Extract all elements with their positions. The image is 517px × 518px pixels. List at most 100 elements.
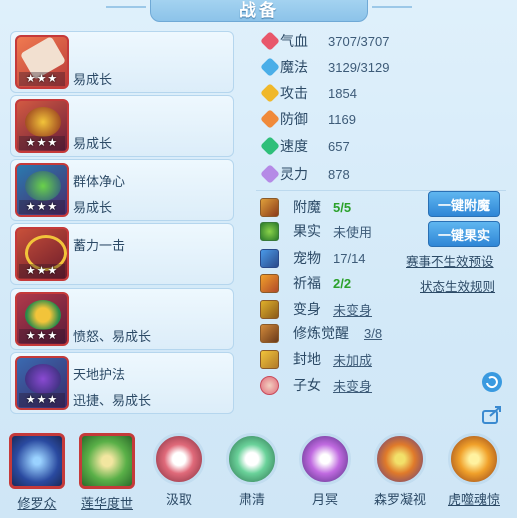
stat-label: 速度 — [280, 138, 308, 154]
one-click-enchant-button[interactable]: 一键附魔 — [428, 191, 500, 217]
feature-enchant[interactable]: 附魔 5/5 — [260, 196, 351, 218]
skill-name: 月冥 — [311, 492, 338, 507]
fruit-icon — [260, 221, 279, 241]
stat-value: 3129/3129 — [328, 59, 390, 75]
preset-link[interactable]: 赛事不生效预设 — [406, 251, 494, 270]
feature-value: 未变身 — [333, 302, 373, 318]
stat-label: 灵力 — [280, 166, 308, 182]
feature-label: 封地 — [293, 351, 321, 367]
feature-label: 宠物 — [293, 250, 321, 266]
skill-moon-icon — [299, 433, 351, 485]
cultivation-icon — [260, 323, 279, 343]
skill-tiger-icon — [448, 433, 500, 485]
equipment-trait: 愤怒、易成长 — [73, 329, 152, 344]
skill-suqing[interactable]: 肃清 — [222, 433, 282, 518]
star-rating: ★★★ — [19, 136, 65, 150]
skill-orb-icon — [9, 433, 65, 489]
enchant-icon — [260, 197, 279, 217]
refresh-icon[interactable] — [480, 370, 504, 394]
equipment-trait: 易成长 — [73, 72, 113, 87]
star-rating: ★★★ — [19, 329, 65, 343]
equipment-slot-4[interactable]: ★★★ 蓄力一击 — [10, 223, 234, 285]
equipment-trait: 易成长 — [73, 200, 113, 215]
equipment-whip-icon: ★★★ — [15, 227, 69, 281]
stat-label: 魔法 — [280, 59, 308, 75]
skill-drain-icon — [153, 433, 205, 485]
rules-link[interactable]: 状态生效规则 — [420, 276, 495, 295]
skill-name: 虎噬魂惊 — [447, 492, 500, 507]
heart-icon — [260, 31, 280, 51]
equipment-skill: 群体净心 — [73, 174, 126, 189]
feature-value: 5/5 — [333, 199, 352, 215]
feature-children[interactable]: 子女 未变身 — [260, 374, 372, 396]
equipment-armor-icon: ★★★ — [15, 99, 69, 153]
pet-icon — [260, 248, 279, 268]
stat-hp: 气血 3707/3707 — [260, 30, 389, 52]
star-rating: ★★★ — [19, 200, 65, 214]
title-ornament-right — [372, 6, 412, 8]
equipment-guardian-icon: ★★★ — [15, 356, 69, 410]
stat-value: 878 — [328, 166, 350, 182]
stat-label: 攻击 — [280, 85, 308, 101]
attack-icon — [260, 83, 280, 103]
stat-value: 3707/3707 — [328, 33, 390, 49]
equipment-trait: 易成长 — [73, 136, 113, 151]
equipment-slot-2[interactable]: ★★★ 易成长 — [10, 95, 234, 157]
stat-attack: 攻击 1854 — [260, 82, 357, 104]
equipment-crown-icon: ★★★ — [15, 292, 69, 346]
feature-fruit[interactable]: 果实 未使用 — [260, 220, 372, 242]
spirit-icon — [260, 164, 280, 184]
equipment-skill: 天地护法 — [73, 367, 126, 382]
skill-hushi[interactable]: 虎噬魂惊 — [444, 433, 504, 518]
star-rating: ★★★ — [19, 72, 65, 86]
feature-label: 子女 — [293, 377, 321, 393]
feature-transform[interactable]: 变身 未变身 — [260, 298, 372, 320]
stat-speed: 速度 657 — [260, 135, 350, 157]
stat-label: 气血 — [280, 33, 308, 49]
feature-value: 17/14 — [333, 250, 366, 266]
feature-pet[interactable]: 宠物 17/14 — [260, 247, 366, 269]
skill-name: 汲取 — [165, 492, 192, 507]
title-bar: 战备 — [150, 0, 368, 22]
mana-icon — [260, 57, 280, 77]
feature-value: 未变身 — [333, 378, 373, 394]
skill-jiqu[interactable]: 汲取 — [149, 433, 209, 518]
page-title: 战备 — [239, 0, 279, 20]
skill-xiuluozhong[interactable]: 修罗众 — [7, 433, 67, 518]
equipment-slot-6[interactable]: ★★★ 天地护法 迅捷、易成长 — [10, 352, 234, 414]
feature-label: 附魔 — [293, 199, 321, 215]
skill-gaze-icon — [374, 433, 426, 485]
share-icon[interactable] — [480, 402, 504, 426]
one-click-fruit-button[interactable]: 一键果实 — [428, 221, 500, 247]
child-icon — [260, 375, 279, 395]
equipment-warrior-icon: ★★★ — [15, 163, 69, 217]
feature-value: 3/8 — [364, 325, 383, 341]
skill-name: 森罗凝视 — [373, 492, 426, 507]
skill-name: 修罗众 — [17, 496, 57, 511]
equipment-skill: 蓄力一击 — [73, 238, 126, 253]
stat-value: 1854 — [328, 85, 357, 101]
blessing-icon — [260, 273, 279, 293]
feature-value: 2/2 — [333, 275, 352, 291]
stat-value: 657 — [328, 138, 350, 154]
feature-label: 变身 — [293, 301, 321, 317]
skill-name: 莲华度世 — [80, 496, 133, 511]
skill-senluo[interactable]: 森罗凝视 — [370, 433, 430, 518]
skill-name: 肃清 — [238, 492, 265, 507]
star-rating: ★★★ — [19, 264, 65, 278]
feature-label: 果实 — [293, 223, 321, 239]
equipment-slot-3[interactable]: ★★★ 群体净心 易成长 — [10, 159, 234, 221]
feature-blessing[interactable]: 祈福 2/2 — [260, 272, 351, 294]
feature-cultivation[interactable]: 修炼觉醒 3/8 — [260, 322, 382, 344]
stat-mp: 魔法 3129/3129 — [260, 56, 389, 78]
equipment-slot-1[interactable]: ★★★ 易成长 — [10, 31, 234, 93]
feature-fief[interactable]: 封地 未加成 — [260, 348, 372, 370]
skill-lianhua[interactable]: 莲华度世 — [77, 433, 137, 518]
skill-palm-icon — [79, 433, 135, 489]
star-rating: ★★★ — [19, 393, 65, 407]
equipment-slot-5[interactable]: ★★★ 愤怒、易成长 — [10, 288, 234, 350]
stat-defense: 防御 1169 — [260, 108, 356, 130]
transform-icon — [260, 299, 279, 319]
skill-yueming[interactable]: 月冥 — [295, 433, 355, 518]
stat-value: 1169 — [328, 111, 356, 127]
